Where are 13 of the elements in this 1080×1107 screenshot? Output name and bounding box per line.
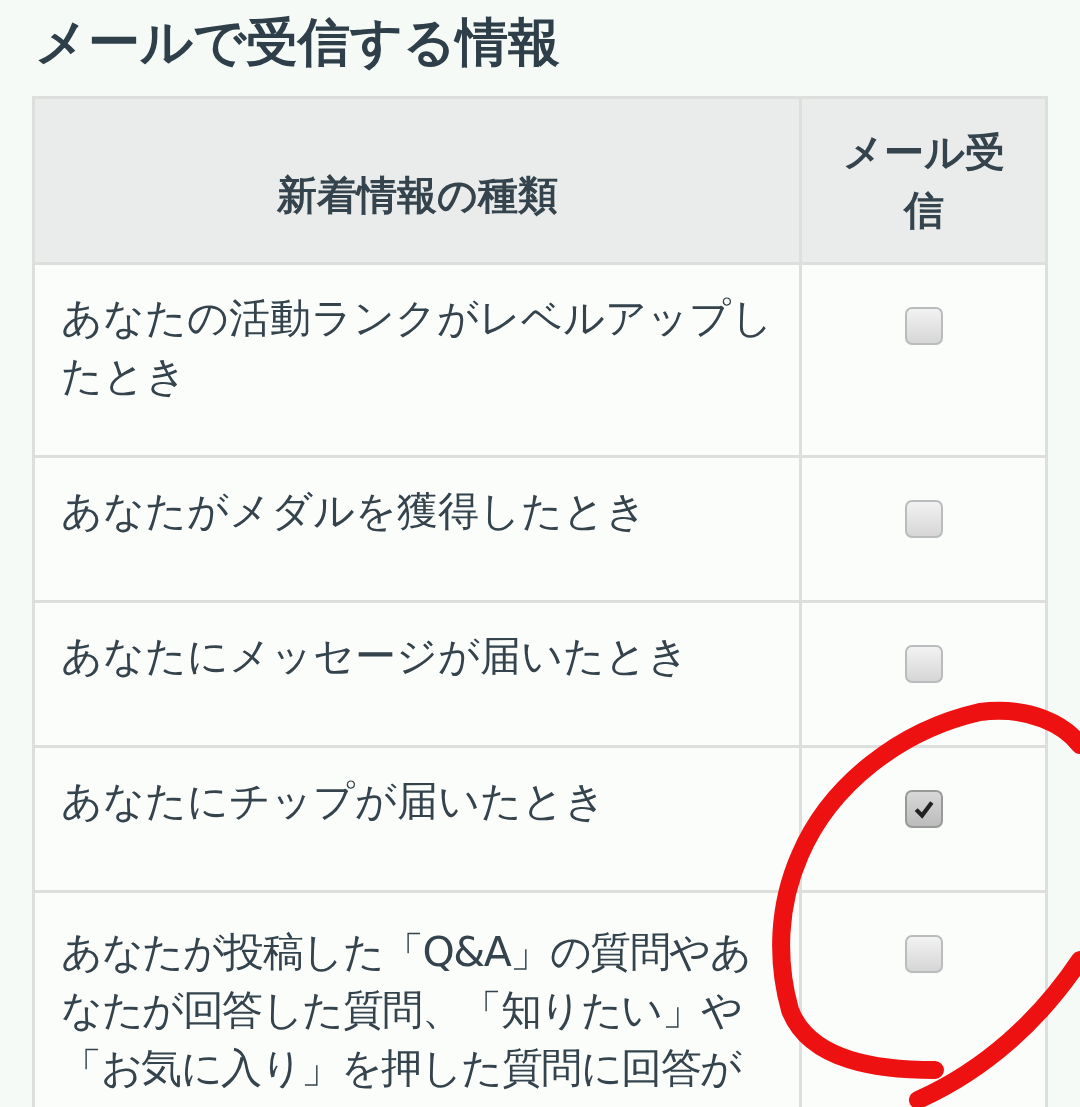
table-cell: あなたがメダルを獲得したとき (33, 456, 801, 602)
page-title: メールで受信する情報 (35, 11, 561, 74)
checkbox[interactable] (904, 790, 943, 828)
column-header: 新着情報の種類 (33, 97, 801, 264)
table-cell: あなたが投稿した「Q&A」の質問やあなたが回答した質問、「知りたい」や「お気に入り」を押した質問に回答が (33, 891, 801, 1107)
checkbox[interactable] (904, 500, 943, 538)
checkbox[interactable] (904, 307, 943, 345)
table-cell: あなたの活動ランクがレベルアップしたとき (33, 263, 801, 457)
table-cell: あなたにメッセージが届いたとき (33, 601, 801, 747)
checkbox[interactable] (904, 935, 943, 973)
column-header: メール受信 (800, 97, 1047, 264)
table-cell: あなたにチップが届いたとき (33, 746, 801, 892)
checkbox[interactable] (904, 645, 943, 683)
